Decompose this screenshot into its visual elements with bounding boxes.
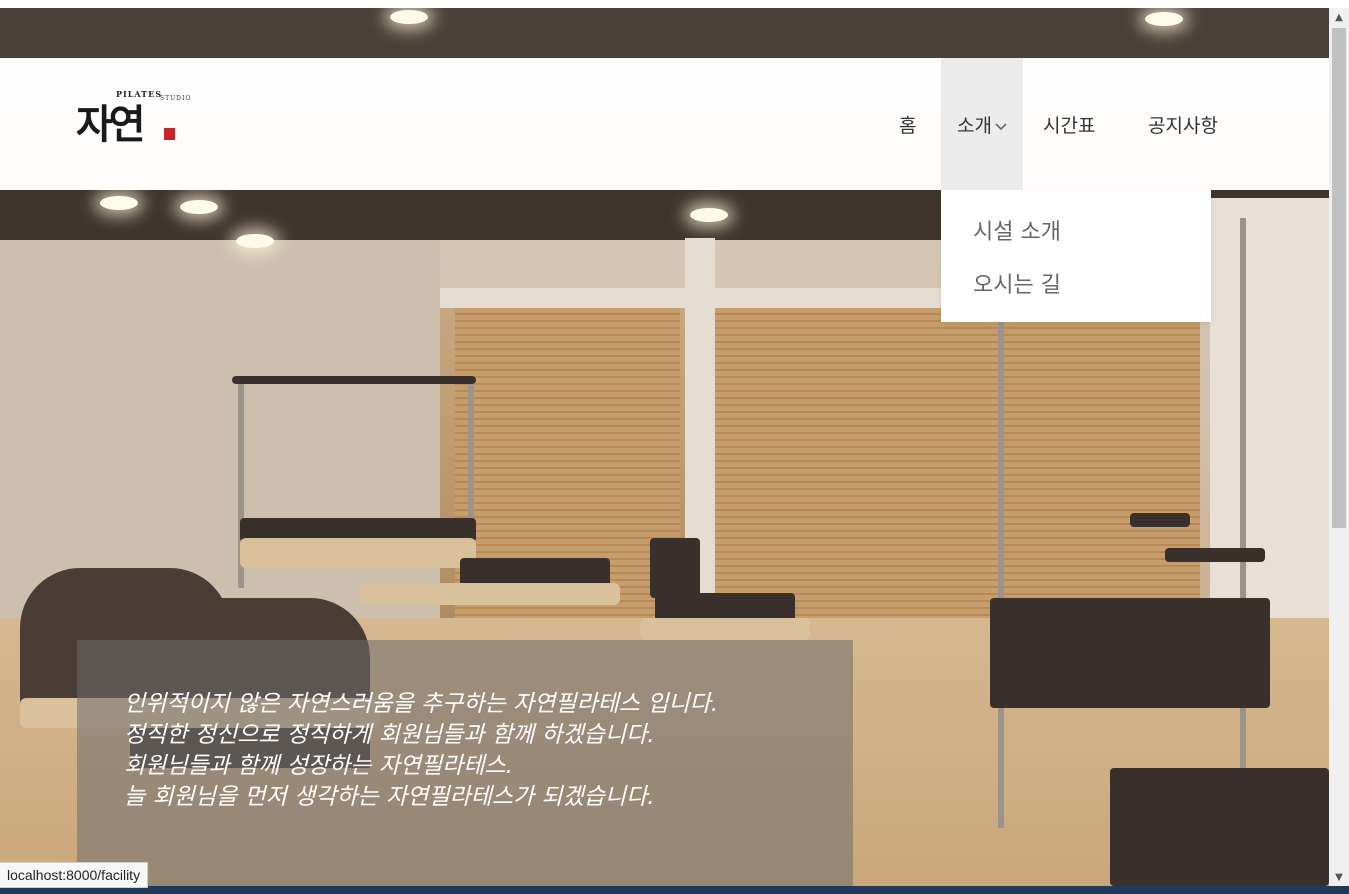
ceiling-light [390, 10, 428, 24]
ceiling-light [690, 208, 728, 222]
nav-item-timetable[interactable]: 시간표 [1043, 58, 1095, 190]
dropdown-item-directions[interactable]: 오시는 길 [973, 267, 1061, 299]
nav-item-label: 공지사항 [1148, 114, 1218, 137]
nav-item-label: 홈 [899, 114, 917, 137]
caption-line: 회원님들과 함께 성장하는 자연필라테스. [124, 753, 513, 779]
caption-line: 늘 회원님을 먼저 생각하는 자연필라테스가 되겠습니다. [124, 784, 655, 810]
nav-item-notice[interactable]: 공지사항 [1148, 58, 1218, 190]
nav-item-label: 시간표 [1043, 114, 1096, 137]
cadillac-frame [232, 376, 476, 384]
ceiling-light [180, 200, 218, 214]
nav-item-label: 소개 [957, 114, 992, 137]
ceiling-light [236, 234, 274, 248]
status-bar-url: localhost:8000/facility [0, 862, 149, 888]
main-nav: 홈 소개 시간표 공지사항 [0, 58, 1329, 190]
dropdown-item-facility[interactable]: 시설 소개 [973, 214, 1061, 246]
vertical-scrollbar[interactable]: ▲ ▼ [1329, 8, 1349, 886]
tower-handle [1165, 548, 1265, 562]
chevron-down-icon [995, 114, 1007, 136]
tower-pole [998, 308, 1004, 828]
reformer-frame [640, 618, 810, 640]
scroll-down-arrow-icon[interactable]: ▼ [1329, 868, 1349, 886]
tower-handle [1130, 513, 1190, 527]
caption-line: 인위적이지 않은 자연스러움을 추구하는 자연필라테스 입니다. [124, 691, 719, 717]
hero-ceiling [0, 8, 1329, 58]
cadillac-base [240, 538, 476, 568]
caption-line: 정직한 정신으로 정직하게 회원님들과 함께 하겠습니다. [124, 722, 655, 748]
tower-bed [990, 598, 1270, 708]
tower-pole [1240, 218, 1246, 838]
about-dropdown-menu: 시설 소개 오시는 길 [941, 190, 1211, 322]
ceiling-light [100, 196, 138, 210]
scroll-up-arrow-icon[interactable]: ▲ [1329, 8, 1349, 26]
hero-blinds [715, 308, 1200, 638]
scroll-thumb[interactable] [1332, 28, 1346, 528]
window-top-strip [0, 0, 1349, 8]
site-header: PILATES STUDIO 자연 홈 소개 시간표 공지사항 [0, 58, 1329, 190]
nav-item-about[interactable]: 소개 [941, 58, 1023, 190]
hero-caption-box: 인위적이지 않은 자연스러움을 추구하는 자연필라테스 입니다. 정직한 정신으… [77, 640, 853, 894]
ceiling-light [1145, 12, 1183, 26]
reformer-box [650, 538, 700, 598]
tower-bed-front [1110, 768, 1329, 886]
nav-item-home[interactable]: 홈 [899, 58, 916, 190]
window-bottom-bar [0, 886, 1349, 894]
reformer-frame [360, 583, 620, 605]
